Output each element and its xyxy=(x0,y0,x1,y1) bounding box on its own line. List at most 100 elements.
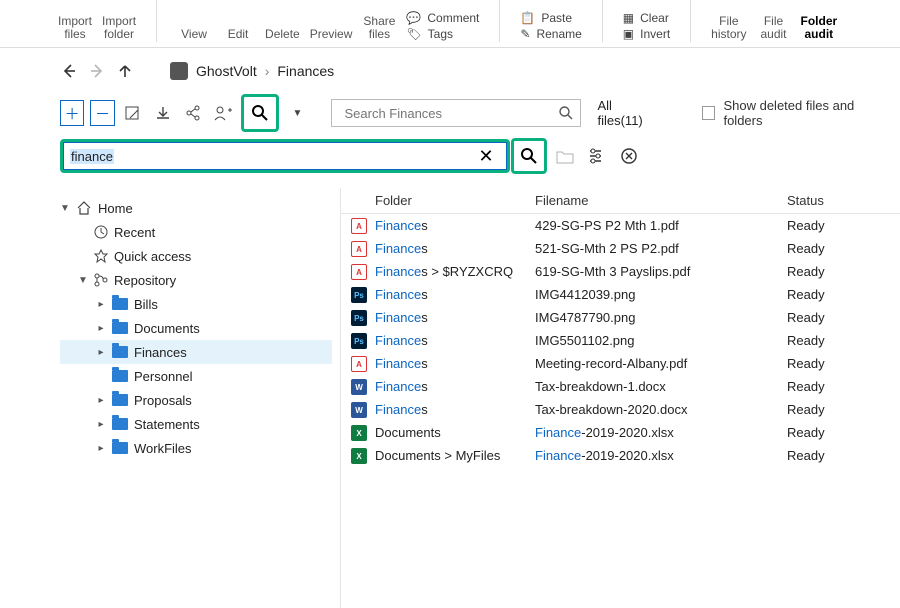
find-input[interactable]: finance xyxy=(70,149,114,164)
list-row[interactable]: AFinances521-SG-Mth 2 PS P2.pdfReady xyxy=(341,237,900,260)
list-row[interactable]: PsFinancesIMG4412039.pngReady xyxy=(341,283,900,306)
list-row[interactable]: PsFinancesIMG4787790.pngReady xyxy=(341,306,900,329)
folder-scope-button[interactable] xyxy=(551,142,579,170)
status-text: Ready xyxy=(787,218,900,233)
breadcrumb-root[interactable]: GhostVolt xyxy=(196,63,257,79)
search-tool-button[interactable] xyxy=(245,98,275,128)
paste-icon: 📋 xyxy=(520,11,535,25)
ribbon: Importfiles Importfolder View Edit Delet… xyxy=(0,0,900,48)
show-deleted-toggle[interactable]: Show deleted files and folders xyxy=(702,98,884,128)
caret-right-icon: ▸ xyxy=(96,323,106,334)
tree-folder-finances[interactable]: ▸Finances xyxy=(60,340,332,364)
tree-repository[interactable]: ▼ Repository xyxy=(60,268,332,292)
list-row[interactable]: PsFinancesIMG5501102.pngReady xyxy=(341,329,900,352)
find-row: finance ✕ xyxy=(0,138,900,188)
folder-icon xyxy=(112,418,128,430)
download-button[interactable] xyxy=(151,100,175,126)
list-row[interactable]: WFinancesTax-breakdown-2020.docxReady xyxy=(341,398,900,421)
clear-icon: ▦ xyxy=(623,11,634,25)
preview-button[interactable]: Preview xyxy=(310,28,353,41)
tree-label: Proposals xyxy=(134,393,192,408)
up-button[interactable] xyxy=(116,62,134,80)
list-row[interactable]: WFinancesTax-breakdown-1.docxReady xyxy=(341,375,900,398)
status-text: Ready xyxy=(787,310,900,325)
back-button[interactable] xyxy=(60,62,78,80)
list-row[interactable]: AFinances429-SG-PS P2 Mth 1.pdfReady xyxy=(341,214,900,237)
find-input-wrap[interactable]: finance ✕ xyxy=(63,142,507,170)
folder-link[interactable]: Finance xyxy=(375,218,421,233)
pdf-file-icon: A xyxy=(351,356,367,372)
edit-button[interactable]: Edit xyxy=(221,28,255,41)
file-audit-button[interactable]: Fileaudit xyxy=(757,15,791,41)
folder-link[interactable]: Finance xyxy=(375,310,421,325)
share-files-button[interactable]: Sharefiles xyxy=(362,15,396,41)
tree-quick-access[interactable]: Quick access xyxy=(60,244,332,268)
status-text: Ready xyxy=(787,402,900,417)
edit-tool-button[interactable] xyxy=(121,100,145,126)
file-link[interactable]: Finance xyxy=(535,425,581,440)
tree-folder-personnel[interactable]: Personnel xyxy=(60,364,332,388)
tree-folder-documents[interactable]: ▸Documents xyxy=(60,316,332,340)
file-text: IMG4412039.png xyxy=(535,287,635,302)
search-input[interactable] xyxy=(342,105,558,122)
close-find-button[interactable] xyxy=(615,142,643,170)
folder-link[interactable]: Finance xyxy=(375,287,421,302)
import-files-button[interactable]: Importfiles xyxy=(58,15,92,41)
status-text: Ready xyxy=(787,287,900,302)
col-filename[interactable]: Filename xyxy=(535,193,787,208)
list-row[interactable]: XDocumentsFinance-2019-2020.xlsxReady xyxy=(341,421,900,444)
file-text: Tax-breakdown-1.docx xyxy=(535,379,666,394)
filter-button[interactable] xyxy=(583,142,611,170)
search-icon[interactable] xyxy=(558,105,574,121)
folder-audit-button[interactable]: Folderaudit xyxy=(801,15,838,41)
forward-button[interactable] xyxy=(88,62,106,80)
list-row[interactable]: AFinancesMeeting-record-Albany.pdfReady xyxy=(341,352,900,375)
tree-folder-bills[interactable]: ▸Bills xyxy=(60,292,332,316)
caret-right-icon: ▸ xyxy=(96,395,106,406)
folder-link[interactable]: Finance xyxy=(375,241,421,256)
paste-button[interactable]: 📋Paste xyxy=(520,11,581,25)
col-folder[interactable]: Folder xyxy=(375,193,535,208)
folder-link[interactable]: Finance xyxy=(375,333,421,348)
delete-button[interactable]: Delete xyxy=(265,28,300,41)
dropdown-button[interactable]: ▼ xyxy=(285,100,309,126)
folder-link[interactable]: Finance xyxy=(375,379,421,394)
view-button[interactable]: View xyxy=(177,28,211,41)
col-status[interactable]: Status xyxy=(787,193,900,208)
folder-link[interactable]: Finance xyxy=(375,402,421,417)
remove-button[interactable]: － xyxy=(90,100,114,126)
breadcrumb[interactable]: GhostVolt › Finances xyxy=(170,62,334,80)
doc-file-icon: W xyxy=(351,402,367,418)
folder-link[interactable]: Finance xyxy=(375,356,421,371)
clear-button[interactable]: ▦Clear xyxy=(623,11,670,25)
doc-file-icon: W xyxy=(351,379,367,395)
find-go-button[interactable] xyxy=(515,142,543,170)
clear-find-button[interactable]: ✕ xyxy=(472,142,500,170)
ps-file-icon: Ps xyxy=(351,310,367,326)
tree-folder-workfiles[interactable]: ▸WorkFiles xyxy=(60,436,332,460)
list-row[interactable]: XDocuments > MyFilesFinance-2019-2020.xl… xyxy=(341,444,900,467)
tree-folder-proposals[interactable]: ▸ Proposals xyxy=(60,388,332,412)
breadcrumb-current[interactable]: Finances xyxy=(277,63,334,79)
user-add-button[interactable] xyxy=(211,100,235,126)
tree-folder-statements[interactable]: ▸Statements xyxy=(60,412,332,436)
folder-link[interactable]: Finance xyxy=(375,264,421,279)
file-history-button[interactable]: Filehistory xyxy=(711,15,746,41)
tree-recent[interactable]: Recent xyxy=(60,220,332,244)
folder-icon xyxy=(112,298,128,310)
rename-button[interactable]: ✎Rename xyxy=(520,27,581,41)
all-files-label[interactable]: All files(11) xyxy=(597,98,656,128)
tree-label: Personnel xyxy=(134,369,193,384)
comment-button[interactable]: 💬Comment xyxy=(406,11,479,25)
search-box[interactable] xyxy=(331,99,581,127)
add-button[interactable]: ＋ xyxy=(60,100,84,126)
tree-home[interactable]: ▼ Home xyxy=(60,196,332,220)
list-row[interactable]: AFinances > $RYZXCRQ619-SG-Mth 3 Payslip… xyxy=(341,260,900,283)
invert-button[interactable]: ▣Invert xyxy=(623,27,670,41)
tags-button[interactable]: 🏷Tags xyxy=(406,27,479,41)
repo-icon xyxy=(94,273,108,287)
share-button[interactable] xyxy=(181,100,205,126)
file-link[interactable]: Finance xyxy=(535,448,581,463)
import-folder-button[interactable]: Importfolder xyxy=(102,15,136,41)
checkbox-icon[interactable] xyxy=(702,106,715,120)
